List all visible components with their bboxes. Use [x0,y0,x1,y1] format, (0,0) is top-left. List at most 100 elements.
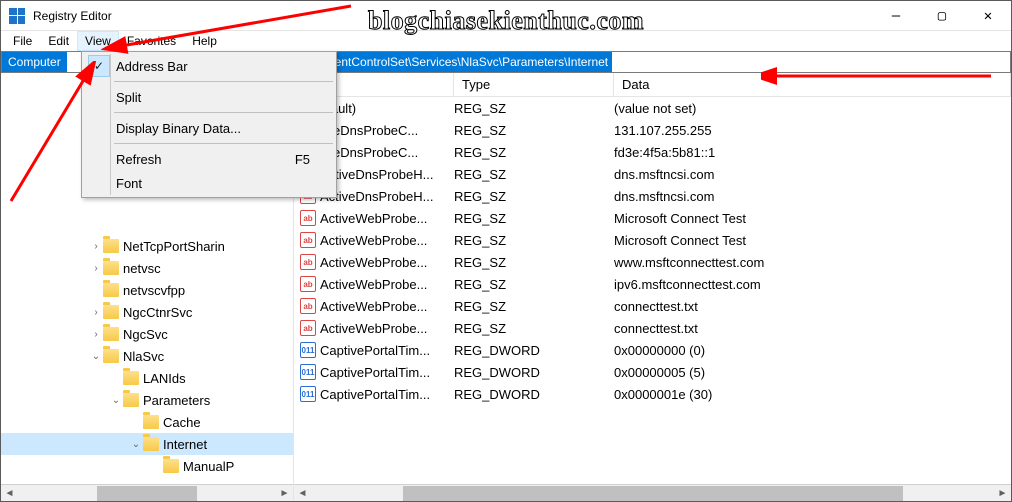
registry-tree[interactable]: › NetTcpPortSharin ›netvscnetvscvfpp › NgcCt… [1,231,293,477]
value-name: ActiveWebProbe... [320,299,454,314]
menu-item-font[interactable]: Font [84,171,334,195]
check-icon: ✓ [88,55,110,77]
value-data: fd3e:4f5a:5b81::1 [614,145,1011,160]
tree-toggle-icon[interactable]: › [89,329,103,340]
tree-item[interactable]: netvscvfpp [1,279,293,301]
tree-item[interactable]: › NetTcpPortSharin [1,235,293,257]
menu-separator [114,112,333,113]
maximize-button[interactable]: ▢ [919,1,965,31]
menu-item-label: Refresh [116,152,162,167]
value-row[interactable]: abActiveDnsProbeH...REG_SZdns.msftncsi.c… [294,185,1011,207]
tree-toggle-icon[interactable]: ⌄ [129,439,143,450]
folder-icon [103,327,119,341]
menu-separator [114,143,333,144]
value-name: ActiveWebProbe... [320,255,454,270]
menu-item-label: Display Binary Data... [116,121,241,136]
value-name: tiveDnsProbeC... [320,123,454,138]
string-icon: ab [300,232,316,248]
menu-favorites[interactable]: Favorites [119,31,184,51]
value-name: CaptivePortalTim... [320,365,454,380]
col-data[interactable]: Data [614,73,1011,96]
value-row[interactable]: abtiveDnsProbeC...REG_SZ131.107.255.255 [294,119,1011,141]
value-data: Microsoft Connect Test [614,211,1011,226]
col-type[interactable]: Type [454,73,614,96]
scroll-right-icon[interactable]: ► [994,485,1011,502]
tree-item[interactable]: ⌄Internet [1,433,293,455]
minimize-button[interactable]: — [873,1,919,31]
scroll-thumb[interactable] [97,486,197,501]
tree-item[interactable]: ManualP [1,455,293,477]
tree-item[interactable]: › NgcSvc [1,323,293,345]
tree-item[interactable]: ›netvsc [1,257,293,279]
value-name: ActiveDnsProbeH... [320,167,454,182]
column-headers[interactable]: e Type Data [294,73,1011,97]
value-type: REG_SZ [454,189,614,204]
tree-item-label: NlaSvc [123,349,164,364]
tree-hscroll[interactable]: ◄ ► [1,484,293,501]
value-data: Microsoft Connect Test [614,233,1011,248]
menu-item-refresh[interactable]: Refresh F5 [84,147,334,171]
menu-file[interactable]: File [5,31,40,51]
scroll-thumb[interactable] [403,486,903,501]
dword-icon: 011 [300,364,316,380]
tree-item[interactable]: ⌄ NlaSvc [1,345,293,367]
value-row[interactable]: abActiveWebProbe...REG_SZMicrosoft Conne… [294,207,1011,229]
value-name: ActiveWebProbe... [320,211,454,226]
value-row[interactable]: 011CaptivePortalTim...REG_DWORD0x0000000… [294,361,1011,383]
tree-item[interactable]: LANIds [1,367,293,389]
value-row[interactable]: abActiveWebProbe...REG_SZconnecttest.txt [294,317,1011,339]
value-row[interactable]: abActiveWebProbe...REG_SZipv6.msftconnec… [294,273,1011,295]
value-type: REG_SZ [454,233,614,248]
values-hscroll[interactable]: ◄ ► [294,484,1011,501]
tree-toggle-icon[interactable]: › [89,307,103,318]
value-type: REG_SZ [454,321,614,336]
value-data: connecttest.txt [614,321,1011,336]
value-row[interactable]: ab ActiveWebProbe...REG_SZMicrosoft Conne… [294,229,1011,251]
value-row[interactable]: 011CaptivePortalTim...REG_DWORD0x0000001… [294,383,1011,405]
menu-item-address-bar[interactable]: ✓ Address Bar [84,54,334,78]
value-type: REG_SZ [454,101,614,116]
value-row[interactable]: abActiveWebProbe...REG_SZwww.msftconnect… [294,251,1011,273]
tree-item[interactable]: › NgcCtnrSvc [1,301,293,323]
menu-view[interactable]: View [77,31,119,51]
value-name: CaptivePortalTim... [320,387,454,402]
value-type: REG_SZ [454,123,614,138]
close-button[interactable]: ✕ [965,1,1011,31]
menu-item-display-binary[interactable]: Display Binary Data... [84,116,334,140]
value-name: ActiveWebProbe... [320,321,454,336]
values-list[interactable]: abefault)REG_SZ(value not set)abtiveDnsP… [294,97,1011,405]
value-data: (value not set) [614,101,1011,116]
menu-item-label: Split [116,90,141,105]
tree-item-label: NetTcpPortSharin [123,239,225,254]
tree-item[interactable]: Cache [1,411,293,433]
value-row[interactable]: abActiveDnsProbeH...REG_SZdns.msftncsi.c… [294,163,1011,185]
tree-item[interactable]: ⌄Parameters [1,389,293,411]
tree-item-label: Cache [163,415,201,430]
value-row[interactable]: abActiveWebProbe...REG_SZconnecttest.txt [294,295,1011,317]
tree-toggle-icon[interactable]: › [89,241,103,252]
folder-icon [103,283,119,297]
scroll-left-icon[interactable]: ◄ [1,485,18,502]
menu-item-split[interactable]: Split [84,85,334,109]
value-name: ActiveWebProbe... [320,233,454,248]
tree-toggle-icon[interactable]: ⌄ [109,395,123,406]
tree-toggle-icon[interactable]: › [89,263,103,274]
scroll-right-icon[interactable]: ► [276,485,293,502]
menu-help[interactable]: Help [184,31,225,51]
value-type: REG_SZ [454,211,614,226]
value-row[interactable]: 011CaptivePortalTim...REG_DWORD0x0000000… [294,339,1011,361]
scroll-left-icon[interactable]: ◄ [294,485,311,502]
tree-item-label: NgcCtnrSvc [123,305,192,320]
menu-edit[interactable]: Edit [40,31,77,51]
string-icon: ab [300,254,316,270]
tree-item-label: NgcSvc [123,327,168,342]
address-root: Computer [2,52,67,72]
value-data: 0x00000000 (0) [614,343,1011,358]
folder-icon [123,393,139,407]
value-row[interactable]: abefault)REG_SZ(value not set) [294,97,1011,119]
menu-separator [114,81,333,82]
tree-toggle-icon[interactable]: ⌄ [89,351,103,362]
value-type: REG_SZ [454,255,614,270]
value-row[interactable]: abtiveDnsProbeC...REG_SZfd3e:4f5a:5b81::… [294,141,1011,163]
value-type: REG_SZ [454,167,614,182]
